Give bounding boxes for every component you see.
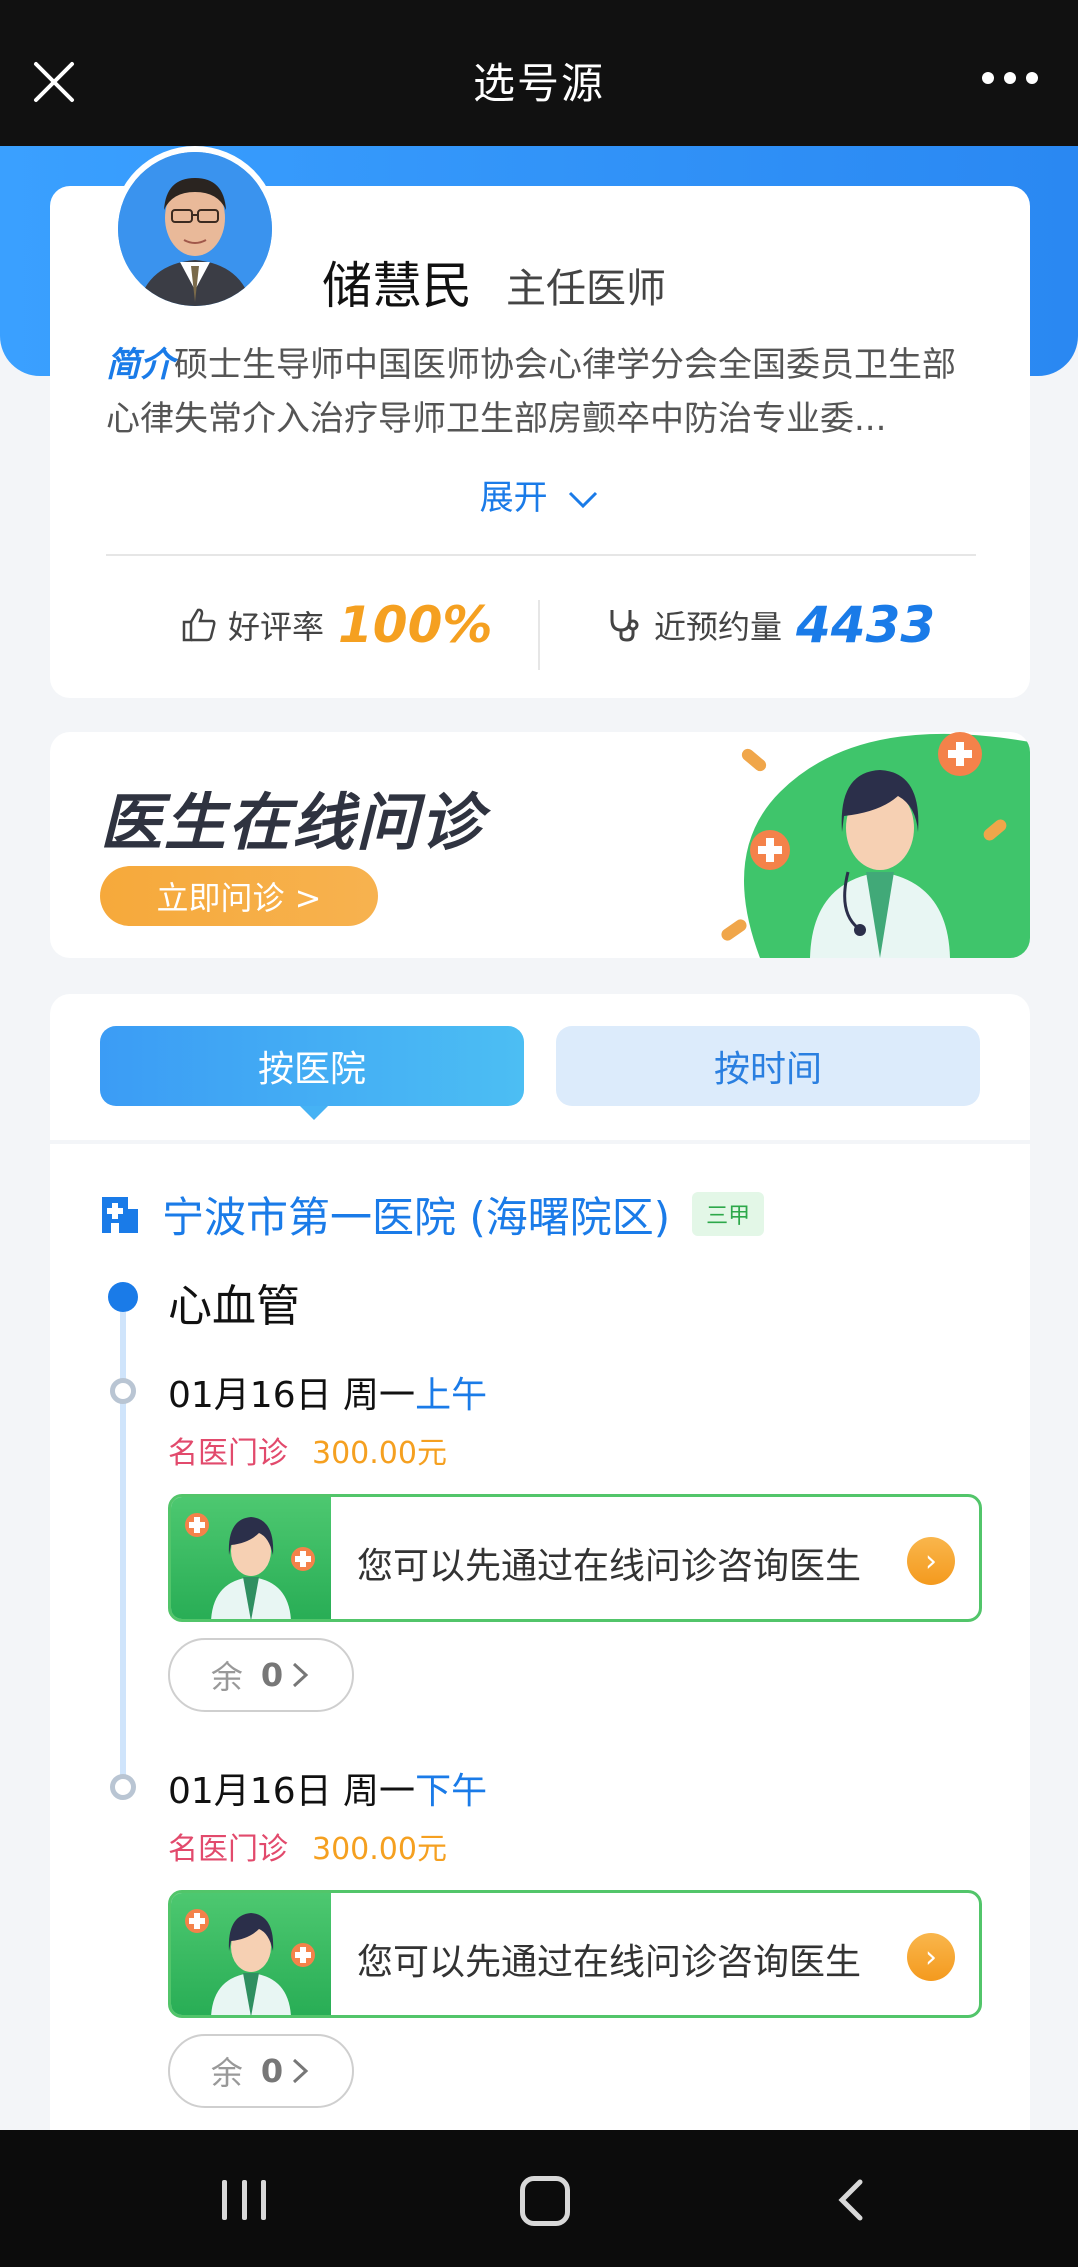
- slot-period: 上午: [415, 1375, 488, 1416]
- slot-type: 名医门诊: [168, 1832, 288, 1867]
- department-name: 心血管: [168, 1281, 300, 1332]
- slot-period: 下午: [415, 1771, 488, 1812]
- timeline-node: [110, 1378, 136, 1404]
- recent-apps-icon[interactable]: [222, 2180, 266, 2220]
- chevron-right-icon: [293, 2058, 309, 2084]
- home-icon[interactable]: [520, 2176, 570, 2226]
- chevron-right-icon: [293, 1662, 309, 1688]
- chevron-right-icon[interactable]: ›: [907, 1537, 955, 1585]
- doctor-intro: 简介硕士生导师中国医师协会心律学分会全国委员卫生部心律失常介入治疗导师卫生部房颤…: [106, 338, 986, 446]
- thumbs-up-icon: [182, 608, 216, 642]
- rating-label: 好评率: [228, 608, 325, 646]
- chevron-right-icon[interactable]: ›: [907, 1933, 955, 1981]
- slot-date-text: 01月16日 周一: [168, 1771, 416, 1812]
- section-separator: [50, 1140, 1030, 1144]
- timeline-node: [110, 1774, 136, 1800]
- more-icon[interactable]: [982, 70, 1038, 86]
- slot-price: 300.00元: [312, 1436, 447, 1471]
- doctor-title: 主任医师: [506, 266, 666, 312]
- tab-by-time[interactable]: 按时间: [556, 1026, 980, 1106]
- expand-label: 展开: [479, 478, 548, 518]
- doctor-avatar: [112, 146, 278, 312]
- consult-now-button[interactable]: 立即问诊 >: [100, 866, 378, 926]
- appointments-stat: 近预约量 4433: [606, 580, 935, 670]
- intro-text: 硕士生导师中国医师协会心律学分会全国委员卫生部心律失常介入治疗导师卫生部房颤卒中…: [106, 345, 956, 439]
- doctor-illustration: [721, 732, 1030, 958]
- tab-by-hospital[interactable]: 按医院: [100, 1026, 524, 1106]
- consult-prompt[interactable]: 您可以先通过在线问诊咨询医生 ›: [168, 1494, 982, 1622]
- page-title: 选号源: [472, 59, 605, 108]
- appointments-label: 近预约量: [654, 608, 783, 646]
- chevron-down-icon: [569, 491, 598, 508]
- hospital-name: 宁波市第一医院 (海曙院区): [162, 1192, 671, 1242]
- consult-text: 您可以先通过在线问诊咨询医生: [357, 1942, 862, 1983]
- slot-date-text: 01月16日 周一: [168, 1375, 416, 1416]
- rating-stat: 好评率 100%: [180, 580, 492, 670]
- doctor-name: 储慧民: [322, 257, 472, 315]
- top-bar: 选号源: [0, 14, 1078, 146]
- status-bar: [0, 0, 1078, 14]
- rating-value: 100%: [338, 596, 493, 654]
- hospital-icon: [102, 1197, 138, 1233]
- appointments-value: 4433: [796, 596, 936, 654]
- remain-label: 余: [210, 1658, 243, 1696]
- consult-text: 您可以先通过在线问诊咨询医生: [357, 1546, 862, 1587]
- hospital-grade-badge: 三甲: [692, 1192, 765, 1236]
- slot-date: 01月16日 周一下午: [168, 1762, 487, 1814]
- stethoscope-icon: [610, 610, 639, 642]
- online-consult-banner[interactable]: 医生在线问诊 立即问诊 >: [50, 732, 1030, 958]
- department-dot: [108, 1282, 138, 1312]
- slot-date: 01月16日 周一上午: [168, 1366, 487, 1418]
- remain-count: 0: [260, 1656, 284, 1694]
- remaining-button[interactable]: 余0: [168, 1638, 354, 1712]
- consult-doctor-image: [171, 1893, 331, 2015]
- intro-tag: 简介: [106, 345, 174, 385]
- remain-count: 0: [260, 2052, 284, 2090]
- banner-title: 医生在线问诊: [100, 786, 485, 859]
- system-nav-bar: [0, 2130, 1078, 2267]
- stats-divider: [538, 600, 540, 670]
- slot-fee: 名医门诊 300.00元: [168, 1428, 447, 1472]
- active-tab-pointer: [300, 1106, 328, 1120]
- divider: [106, 554, 976, 556]
- slot-price: 300.00元: [312, 1832, 447, 1867]
- consult-prompt[interactable]: 您可以先通过在线问诊咨询医生 ›: [168, 1890, 982, 2018]
- remain-label: 余: [210, 2054, 243, 2092]
- doctor-card: 储慧民 主任医师 简介硕士生导师中国医师协会心律学分会全国委员卫生部心律失常介入…: [50, 146, 1030, 698]
- consult-doctor-image: [171, 1497, 331, 1619]
- hospital-row[interactable]: 宁波市第一医院 (海曙院区) 三甲: [100, 1184, 765, 1244]
- expand-button[interactable]: 展开: [50, 470, 1030, 519]
- schedule-panel: 按医院 按时间 宁波市第一医院 (海曙院区) 三甲 心血管 01月16日 周一上…: [50, 994, 1030, 2234]
- slot-type: 名医门诊: [168, 1436, 288, 1471]
- tab-bar: 按医院 按时间: [100, 1026, 980, 1106]
- remaining-button[interactable]: 余0: [168, 2034, 354, 2108]
- doctor-stats: 好评率 100% 近预约量 4433: [50, 580, 1030, 670]
- back-icon[interactable]: [830, 2178, 874, 2222]
- slot-fee: 名医门诊 300.00元: [168, 1824, 447, 1868]
